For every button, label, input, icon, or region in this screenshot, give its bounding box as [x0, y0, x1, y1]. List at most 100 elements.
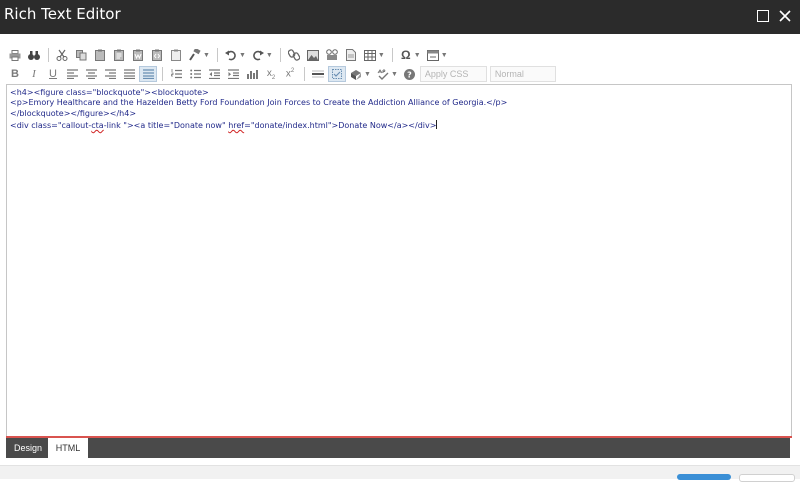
insert-symbol-button[interactable]: [342, 47, 360, 63]
toolbar-row-2: B I U x2 x2 ▼ ▼ ? Apply CSS C... Normal: [6, 65, 559, 93]
bold-button[interactable]: B: [6, 66, 24, 82]
code-line: <div class="callout-cta-link "><a title=…: [10, 120, 438, 131]
undo-icon: [224, 50, 236, 60]
code-line: <p>Emory Healthcare and the Hazelden Bet…: [10, 98, 508, 107]
bullet-list-button[interactable]: [186, 66, 204, 82]
bullet-list-icon: [189, 69, 201, 79]
toolbar-separator: [216, 48, 218, 62]
editor-toolbar: ▼ ▼ ▼ ▼ Ω ▼ ▼ B I U x2 x2 ▼ ▼ ? Apply CS…: [6, 44, 792, 93]
align-left-icon: [66, 69, 78, 79]
borders-icon: [332, 69, 342, 79]
insert-image-button[interactable]: [304, 47, 322, 63]
cancel-button[interactable]: [739, 474, 795, 482]
horizontal-rule-button[interactable]: [309, 66, 327, 82]
binoculars-icon: [28, 50, 40, 60]
paragraph-format-dropdown[interactable]: Normal: [489, 66, 556, 82]
bold-icon: B: [11, 68, 19, 80]
module-manager-button[interactable]: [347, 66, 365, 82]
chevron-down-icon[interactable]: ▼: [266, 52, 273, 59]
justify-icon: [123, 69, 135, 79]
show-borders-button[interactable]: [328, 66, 346, 82]
insert-snippet-button[interactable]: [424, 47, 442, 63]
code-fragment: <div class="callout-: [10, 121, 92, 130]
copy-icon: [75, 49, 86, 60]
cut-button[interactable]: [53, 47, 71, 63]
code-fragment: -link "><a title="Donate now": [103, 121, 229, 130]
media-icon: [326, 49, 338, 60]
undo-button[interactable]: [222, 47, 240, 63]
italic-button[interactable]: I: [25, 66, 43, 82]
tab-design[interactable]: Design: [8, 438, 48, 458]
tab-html[interactable]: HTML: [48, 438, 88, 458]
superscript-button[interactable]: x2: [281, 66, 299, 82]
chevron-down-icon[interactable]: ▼: [203, 52, 210, 59]
maximize-button[interactable]: [754, 7, 772, 25]
puzzle-icon: [351, 69, 361, 80]
window-title: Rich Text Editor: [4, 5, 121, 23]
outdent-icon: [208, 69, 220, 79]
italic-icon: I: [32, 68, 36, 80]
format-painter-button[interactable]: [186, 47, 204, 63]
clipboard-icon: [95, 49, 105, 61]
code-line: <h4><figure class="blockquote"><blockquo…: [10, 88, 209, 97]
paste-plain-button[interactable]: [167, 47, 185, 63]
numbered-list-button[interactable]: [167, 66, 185, 82]
toolbar-separator: [48, 48, 49, 62]
insert-chart-button[interactable]: [243, 66, 261, 82]
toolbar-separator: [304, 67, 305, 81]
insert-media-button[interactable]: [323, 47, 341, 63]
indent-icon: [227, 69, 239, 79]
help-button[interactable]: ?: [401, 66, 419, 82]
table-icon: [363, 49, 376, 61]
align-right-button[interactable]: [101, 66, 119, 82]
omega-icon[interactable]: Ω: [397, 47, 415, 63]
print-button[interactable]: [6, 47, 24, 63]
copy-button[interactable]: [72, 47, 90, 63]
insert-table-button[interactable]: [361, 47, 379, 63]
scissors-icon: [56, 49, 68, 61]
chevron-down-icon[interactable]: ▼: [378, 52, 385, 59]
chevron-down-icon[interactable]: ▼: [364, 71, 371, 78]
align-left-button[interactable]: [63, 66, 81, 82]
clipboard-empty-icon: [171, 49, 181, 61]
text-cursor: [436, 120, 438, 129]
bar-chart-icon: [246, 70, 258, 79]
html-source-editor[interactable]: <h4><figure class="blockquote"><blockquo…: [6, 84, 792, 438]
chevron-down-icon[interactable]: ▼: [391, 71, 398, 78]
code-fragment: ="donate/index.html">Donate Now</a></div…: [244, 121, 437, 130]
code-line: </blockquote></figure></h4>: [10, 109, 137, 118]
chevron-down-icon[interactable]: ▼: [239, 52, 246, 59]
find-button[interactable]: [25, 47, 43, 63]
paste-html-button[interactable]: [148, 47, 166, 63]
subscript-button[interactable]: x2: [262, 66, 280, 82]
spellcheck-icon: [377, 68, 389, 80]
justify-button[interactable]: [120, 66, 138, 82]
paintbrush-icon: [189, 49, 201, 61]
underline-button[interactable]: U: [44, 66, 62, 82]
align-right-icon: [104, 69, 116, 79]
chevron-down-icon[interactable]: ▼: [441, 52, 448, 59]
misspelled-word: cta: [91, 121, 104, 130]
indent-button[interactable]: [224, 66, 242, 82]
align-center-button[interactable]: [82, 66, 100, 82]
paste-button[interactable]: [91, 47, 109, 63]
insert-link-button[interactable]: [285, 47, 303, 63]
spellcheck-button[interactable]: [374, 66, 392, 82]
accept-button[interactable]: [677, 474, 731, 480]
toolbar-separator: [279, 48, 281, 62]
document-icon: [345, 49, 356, 61]
clipboard-word-icon: [133, 49, 143, 61]
paste-text-button[interactable]: [110, 47, 128, 63]
superscript-icon: x2: [285, 68, 295, 80]
redo-button[interactable]: [249, 47, 267, 63]
chevron-down-icon[interactable]: ▼: [414, 52, 421, 59]
title-bar: Rich Text Editor: [0, 0, 800, 34]
close-button[interactable]: [776, 7, 794, 25]
align-center-icon: [85, 69, 97, 79]
css-class-dropdown[interactable]: Apply CSS C...: [419, 66, 487, 93]
outdent-button[interactable]: [205, 66, 223, 82]
toggle-html-button[interactable]: [139, 66, 157, 82]
horizontal-rule-icon: [312, 70, 324, 78]
paste-word-button[interactable]: [129, 47, 147, 63]
maximize-icon: [757, 10, 769, 22]
